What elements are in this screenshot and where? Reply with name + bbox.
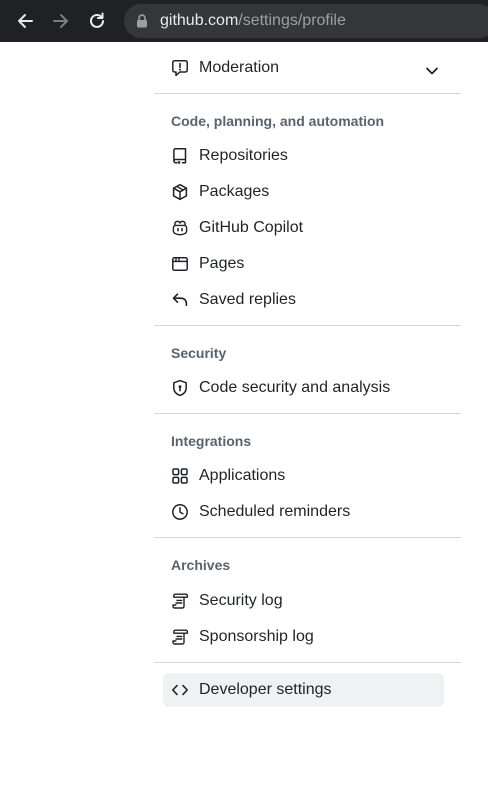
browser-toolbar: github.com/settings/profile: [0, 0, 488, 42]
reload-icon[interactable]: [85, 9, 109, 33]
section-divider: [154, 93, 461, 94]
section-divider: [154, 662, 461, 663]
sidebar-item-label: Developer settings: [199, 681, 332, 698]
report-icon: [171, 59, 189, 77]
forward-arrow-icon[interactable]: [49, 9, 73, 33]
sidebar-item-label: GitHub Copilot: [199, 219, 304, 236]
back-arrow-icon[interactable]: [13, 9, 37, 33]
section-heading-code-planning: Code, planning, and automation: [171, 113, 385, 129]
copilot-icon: [171, 219, 189, 237]
package-icon: [171, 183, 189, 201]
url-host: github.com: [160, 12, 239, 29]
sidebar-item-packages[interactable]: Packages: [163, 175, 444, 209]
clock-icon: [171, 503, 189, 521]
sidebar-item-label: Repositories: [199, 147, 288, 164]
section-heading-integrations: Integrations: [171, 433, 252, 449]
address-bar[interactable]: github.com/settings/profile: [124, 4, 488, 38]
log-icon: [171, 628, 189, 646]
browser-icon: [171, 255, 189, 273]
sidebar-item-saved-replies[interactable]: Saved replies: [163, 283, 444, 317]
code-icon: [171, 681, 189, 699]
sidebar-item-label: Moderation: [199, 59, 280, 76]
sidebar-item-label: Pages: [199, 255, 245, 272]
sidebar-item-label: Code security and analysis: [199, 379, 391, 396]
shield-lock-icon: [171, 379, 189, 397]
lock-icon[interactable]: [136, 14, 148, 33]
chevron-down-icon[interactable]: [425, 63, 439, 81]
sidebar-item-github-copilot[interactable]: GitHub Copilot: [163, 211, 444, 245]
apps-icon: [171, 467, 189, 485]
sidebar-item-label: Applications: [199, 467, 286, 484]
reply-icon: [171, 291, 189, 309]
url-path: /settings/profile: [238, 12, 346, 29]
sidebar-item-label: Sponsorship log: [199, 628, 314, 645]
sidebar-item-label: Scheduled reminders: [199, 503, 351, 520]
sidebar-item-code-security[interactable]: Code security and analysis: [163, 371, 444, 405]
sidebar-item-security-log[interactable]: Security log: [163, 584, 444, 618]
sidebar-item-developer-settings[interactable]: Developer settings: [163, 673, 444, 707]
sidebar-item-repositories[interactable]: Repositories: [163, 139, 444, 173]
sidebar-item-pages[interactable]: Pages: [163, 247, 444, 281]
section-heading-archives: Archives: [171, 557, 231, 573]
log-icon: [171, 592, 189, 610]
sidebar-item-label: Security log: [199, 592, 283, 609]
section-divider: [154, 537, 461, 538]
repo-icon: [171, 147, 189, 165]
section-divider: [154, 413, 461, 414]
section-divider: [154, 325, 461, 326]
sidebar-item-applications[interactable]: Applications: [163, 459, 444, 493]
section-heading-security: Security: [171, 345, 227, 361]
sidebar-item-sponsorship-log[interactable]: Sponsorship log: [163, 620, 444, 654]
sidebar-item-label: Saved replies: [199, 291, 296, 308]
sidebar-item-label: Packages: [199, 183, 270, 200]
sidebar-item-moderation[interactable]: Moderation: [163, 51, 444, 85]
sidebar-item-scheduled-reminders[interactable]: Scheduled reminders: [163, 495, 444, 529]
url-text: github.com/settings/profile: [160, 12, 346, 30]
